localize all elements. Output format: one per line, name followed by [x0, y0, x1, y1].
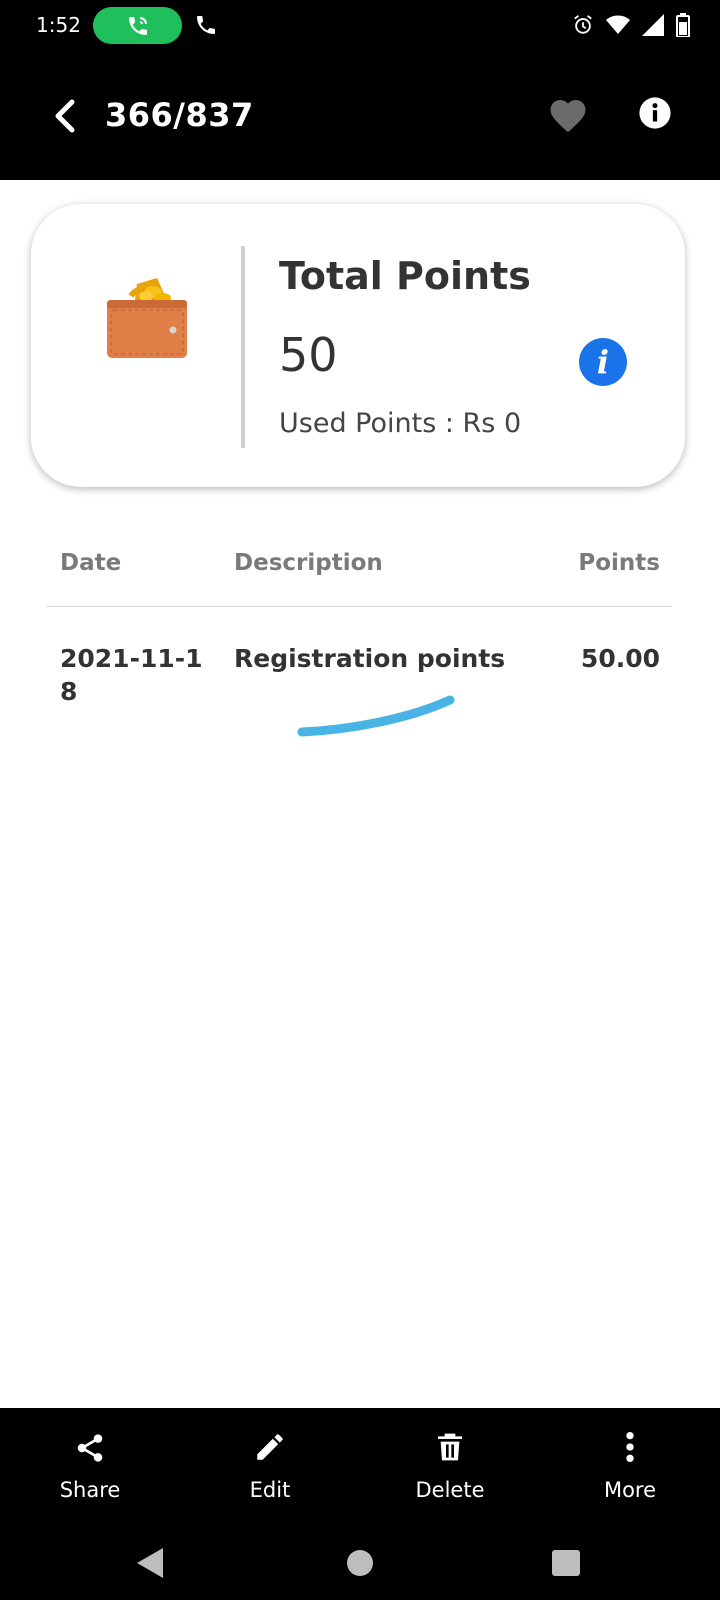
battery-icon: [676, 13, 690, 37]
phone-icon: [197, 16, 215, 34]
toolbar: 366/837: [0, 52, 720, 180]
status-icons: [572, 13, 690, 37]
column-header-description: Description: [234, 550, 383, 576]
heart-icon[interactable]: [547, 94, 589, 134]
wifi-icon: [606, 15, 630, 34]
points-summary-card: Total Points 50 Used Points : Rs 0 i: [31, 204, 685, 487]
total-points-value: 50: [279, 328, 338, 382]
row-description: Registration points: [234, 644, 506, 673]
status-time: 1:52: [36, 13, 81, 37]
more-vertical-icon: [626, 1431, 634, 1463]
delete-label: Delete: [415, 1478, 485, 1502]
info-icon[interactable]: [638, 96, 672, 130]
table-header-divider: [47, 606, 672, 607]
nav-recents-icon[interactable]: [552, 1546, 580, 1580]
column-header-date: Date: [60, 550, 122, 576]
system-nav-bar: [0, 1530, 720, 1600]
total-points-title: Total Points: [279, 254, 531, 298]
points-info-button[interactable]: i: [579, 338, 627, 386]
pencil-icon: [257, 1434, 283, 1460]
scroll-gesture-stroke: [297, 695, 455, 737]
info-icon: i: [596, 343, 610, 381]
delete-button[interactable]: Delete: [360, 1408, 540, 1530]
alarm-icon: [574, 15, 592, 34]
more-button[interactable]: More: [540, 1408, 720, 1530]
column-header-points: Points: [578, 550, 660, 576]
ongoing-call-pill[interactable]: [93, 7, 182, 44]
wallet-coins-icon: [107, 278, 187, 358]
status-bar: 1:52: [0, 0, 720, 52]
share-icon: [77, 1434, 103, 1462]
share-label: Share: [59, 1478, 121, 1502]
nav-home-icon[interactable]: [346, 1546, 374, 1580]
trash-icon: [438, 1433, 462, 1461]
edit-button[interactable]: Edit: [180, 1408, 360, 1530]
call-active-icon: [129, 17, 147, 35]
share-button[interactable]: Share: [0, 1408, 180, 1530]
edit-label: Edit: [249, 1478, 291, 1502]
signal-icon: [642, 14, 664, 36]
record-counter-title: 366/837: [105, 96, 254, 134]
card-divider: [241, 246, 245, 448]
row-points: 50.00: [580, 644, 660, 673]
more-label: More: [603, 1478, 657, 1502]
row-date: 2021-11-18: [60, 644, 203, 706]
nav-back-icon[interactable]: [135, 1546, 165, 1580]
bottom-action-bar: Share Edit Delete More: [0, 1408, 720, 1530]
back-arrow-icon[interactable]: [50, 96, 80, 136]
used-points-label: Used Points : Rs 0: [279, 408, 522, 439]
